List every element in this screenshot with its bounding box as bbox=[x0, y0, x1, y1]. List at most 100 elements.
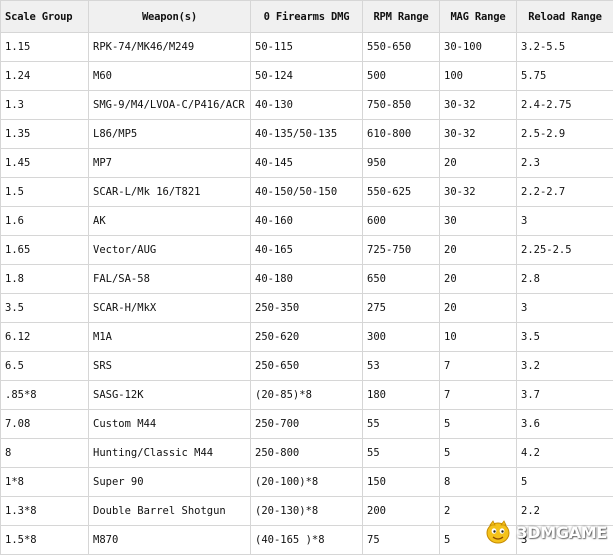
cell-rpm-range: 500 bbox=[363, 62, 440, 91]
cell-firearms-dmg: 250-620 bbox=[251, 323, 363, 352]
cell-mag-range: 20 bbox=[440, 236, 517, 265]
header-mag-range: MAG Range bbox=[440, 1, 517, 33]
cell-firearms-dmg: (20-130)*8 bbox=[251, 497, 363, 526]
cell-scale-group: .85*8 bbox=[1, 381, 89, 410]
table-row: 6.12 M1A 250-620 300 10 3.5 bbox=[1, 323, 613, 352]
cell-firearms-dmg: 250-800 bbox=[251, 439, 363, 468]
cell-scale-group: 1.15 bbox=[1, 33, 89, 62]
cell-scale-group: 1.8 bbox=[1, 265, 89, 294]
cell-reload-range: 5.75 bbox=[517, 62, 613, 91]
cell-weapons: SMG-9/M4/LVOA-C/P416/ACR bbox=[89, 91, 251, 120]
cell-scale-group: 6.12 bbox=[1, 323, 89, 352]
cell-reload-range: 3 bbox=[517, 294, 613, 323]
cell-scale-group: 1.45 bbox=[1, 149, 89, 178]
table-row: 1.8 FAL/SA-58 40-180 650 20 2.8 bbox=[1, 265, 613, 294]
cell-reload-range: 2.25-2.5 bbox=[517, 236, 613, 265]
cell-weapons: SASG-12K bbox=[89, 381, 251, 410]
cell-weapons: Custom M44 bbox=[89, 410, 251, 439]
cell-mag-range: 5 bbox=[440, 439, 517, 468]
cell-rpm-range: 550-650 bbox=[363, 33, 440, 62]
table-row: 1.65 Vector/AUG 40-165 725-750 20 2.25-2… bbox=[1, 236, 613, 265]
cell-scale-group: 1.24 bbox=[1, 62, 89, 91]
cell-reload-range: 4.2 bbox=[517, 439, 613, 468]
cell-weapons: SCAR-L/Mk 16/T821 bbox=[89, 178, 251, 207]
cell-rpm-range: 750-850 bbox=[363, 91, 440, 120]
cell-rpm-range: 950 bbox=[363, 149, 440, 178]
cell-weapons: M870 bbox=[89, 526, 251, 555]
cell-reload-range: 2.2 bbox=[517, 497, 613, 526]
cell-rpm-range: 53 bbox=[363, 352, 440, 381]
cell-mag-range: 30-32 bbox=[440, 91, 517, 120]
cell-reload-range: 3.5 bbox=[517, 323, 613, 352]
cell-scale-group: 3.5 bbox=[1, 294, 89, 323]
cell-reload-range: 5 bbox=[517, 468, 613, 497]
table-body: 1.15 RPK-74/MK46/M249 50-115 550-650 30-… bbox=[1, 33, 613, 555]
cell-weapons: RPK-74/MK46/M249 bbox=[89, 33, 251, 62]
cell-reload-range: 2.4-2.75 bbox=[517, 91, 613, 120]
cell-weapons: M1A bbox=[89, 323, 251, 352]
header-reload-range: Reload Range bbox=[517, 1, 613, 33]
cell-scale-group: 7.08 bbox=[1, 410, 89, 439]
cell-firearms-dmg: 40-165 bbox=[251, 236, 363, 265]
header-scale-group: Scale Group bbox=[1, 1, 89, 33]
cell-firearms-dmg: (40-165 )*8 bbox=[251, 526, 363, 555]
table-row: 1.35 L86/MP5 40-135/50-135 610-800 30-32… bbox=[1, 120, 613, 149]
cell-mag-range: 10 bbox=[440, 323, 517, 352]
cell-firearms-dmg: 40-135/50-135 bbox=[251, 120, 363, 149]
header-row: Scale Group Weapon(s) 0 Firearms DMG RPM… bbox=[1, 1, 613, 33]
cell-reload-range: 3.2-5.5 bbox=[517, 33, 613, 62]
cell-scale-group: 8 bbox=[1, 439, 89, 468]
cell-scale-group: 1.65 bbox=[1, 236, 89, 265]
table-row: 6.5 SRS 250-650 53 7 3.2 bbox=[1, 352, 613, 381]
cell-rpm-range: 275 bbox=[363, 294, 440, 323]
cell-rpm-range: 550-625 bbox=[363, 178, 440, 207]
cell-mag-range: 100 bbox=[440, 62, 517, 91]
cell-mag-range: 30-32 bbox=[440, 120, 517, 149]
cell-scale-group: 1.6 bbox=[1, 207, 89, 236]
cell-rpm-range: 55 bbox=[363, 439, 440, 468]
cell-mag-range: 30-100 bbox=[440, 33, 517, 62]
cell-rpm-range: 725-750 bbox=[363, 236, 440, 265]
cell-mag-range: 20 bbox=[440, 294, 517, 323]
cell-rpm-range: 600 bbox=[363, 207, 440, 236]
cell-mag-range: 5 bbox=[440, 526, 517, 555]
cell-weapons: M60 bbox=[89, 62, 251, 91]
cell-mag-range: 30-32 bbox=[440, 178, 517, 207]
cell-reload-range: 3.7 bbox=[517, 381, 613, 410]
cell-firearms-dmg: 40-180 bbox=[251, 265, 363, 294]
cell-reload-range: 3.6 bbox=[517, 410, 613, 439]
cell-mag-range: 5 bbox=[440, 410, 517, 439]
table-row: 1.15 RPK-74/MK46/M249 50-115 550-650 30-… bbox=[1, 33, 613, 62]
cell-mag-range: 20 bbox=[440, 265, 517, 294]
cell-reload-range: 2.8 bbox=[517, 265, 613, 294]
cell-reload-range: 2.3 bbox=[517, 149, 613, 178]
header-firearms-dmg: 0 Firearms DMG bbox=[251, 1, 363, 33]
cell-firearms-dmg: (20-85)*8 bbox=[251, 381, 363, 410]
cell-scale-group: 6.5 bbox=[1, 352, 89, 381]
cell-rpm-range: 150 bbox=[363, 468, 440, 497]
table-row: 1.5 SCAR-L/Mk 16/T821 40-150/50-150 550-… bbox=[1, 178, 613, 207]
cell-scale-group: 1.35 bbox=[1, 120, 89, 149]
cell-weapons: SCAR-H/MkX bbox=[89, 294, 251, 323]
table-row: 3.5 SCAR-H/MkX 250-350 275 20 3 bbox=[1, 294, 613, 323]
cell-scale-group: 1.3 bbox=[1, 91, 89, 120]
cell-firearms-dmg: 50-124 bbox=[251, 62, 363, 91]
cell-weapons: MP7 bbox=[89, 149, 251, 178]
cell-reload-range: 2.2-2.7 bbox=[517, 178, 613, 207]
cell-scale-group: 1.3*8 bbox=[1, 497, 89, 526]
cell-rpm-range: 75 bbox=[363, 526, 440, 555]
cell-rpm-range: 180 bbox=[363, 381, 440, 410]
cell-rpm-range: 200 bbox=[363, 497, 440, 526]
cell-firearms-dmg: 250-650 bbox=[251, 352, 363, 381]
cell-mag-range: 8 bbox=[440, 468, 517, 497]
cell-weapons: Vector/AUG bbox=[89, 236, 251, 265]
cell-mag-range: 20 bbox=[440, 149, 517, 178]
cell-rpm-range: 55 bbox=[363, 410, 440, 439]
cell-scale-group: 1.5 bbox=[1, 178, 89, 207]
cell-firearms-dmg: 250-350 bbox=[251, 294, 363, 323]
header-rpm-range: RPM Range bbox=[363, 1, 440, 33]
table-row: 1.3*8 Double Barrel Shotgun (20-130)*8 2… bbox=[1, 497, 613, 526]
cell-scale-group: 1*8 bbox=[1, 468, 89, 497]
table-row: .85*8 SASG-12K (20-85)*8 180 7 3.7 bbox=[1, 381, 613, 410]
cell-firearms-dmg: 40-145 bbox=[251, 149, 363, 178]
